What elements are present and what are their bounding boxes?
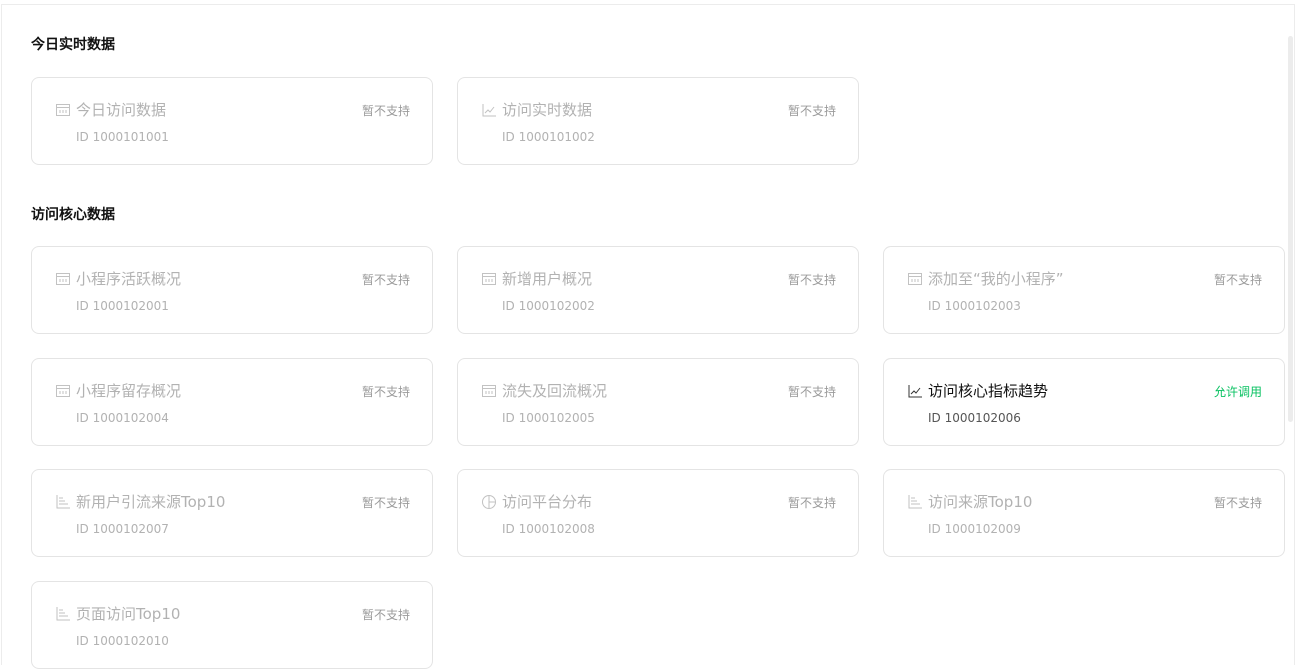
bar-chart-icon — [55, 494, 71, 510]
status-label: 暂不支持 — [787, 496, 836, 510]
status-label: 暂不支持 — [1213, 273, 1262, 287]
api-id: ID 1000102003 — [928, 299, 1021, 313]
section-title-today: 今日实时数据 — [31, 37, 115, 53]
pie-chart-icon — [481, 494, 497, 510]
api-id: ID 1000102006 — [928, 411, 1021, 425]
api-name: 访问平台分布 — [502, 493, 593, 511]
status-label: 暂不支持 — [361, 608, 410, 622]
status-label: 暂不支持 — [361, 273, 410, 287]
bar-chart-icon — [55, 606, 71, 622]
api-id: ID 1000102007 — [76, 522, 169, 536]
api-card-active-overview[interactable]: 小程序活跃概况 ID 1000102001 暂不支持 — [31, 246, 433, 334]
api-name: 添加至“我的小程序” — [928, 270, 1064, 288]
api-card-platform-distribution[interactable]: 访问平台分布 ID 1000102008 暂不支持 — [457, 469, 859, 557]
api-name: 小程序活跃概况 — [76, 270, 182, 288]
table-icon — [481, 271, 497, 287]
status-label: 暂不支持 — [787, 104, 836, 118]
bar-chart-icon — [907, 494, 923, 510]
api-card-new-user-overview[interactable]: 新增用户概况 ID 1000102002 暂不支持 — [457, 246, 859, 334]
line-chart-icon — [907, 383, 923, 399]
api-id: ID 1000102001 — [76, 299, 169, 313]
api-card-realtime-visit[interactable]: 访问实时数据 ID 1000101002 暂不支持 — [457, 77, 859, 165]
table-icon — [55, 271, 71, 287]
table-icon — [481, 383, 497, 399]
api-name: 新增用户概况 — [502, 270, 593, 288]
status-label: 暂不支持 — [361, 385, 410, 399]
status-label: 暂不支持 — [787, 273, 836, 287]
api-name: 今日访问数据 — [76, 101, 167, 119]
api-id: ID 1000102005 — [502, 411, 595, 425]
section-title-core: 访问核心数据 — [31, 207, 115, 223]
status-label: 暂不支持 — [1213, 496, 1262, 510]
vertical-scrollbar[interactable] — [1288, 36, 1293, 422]
api-card-add-to-my-miniprogram[interactable]: 添加至“我的小程序” ID 1000102003 暂不支持 — [883, 246, 1285, 334]
api-name: 页面访问Top10 — [76, 605, 181, 623]
api-card-visit-source-top10[interactable]: 访问来源Top10 ID 1000102009 暂不支持 — [883, 469, 1285, 557]
api-card-page-visit-top10[interactable]: 页面访问Top10 ID 1000102010 暂不支持 — [31, 581, 433, 669]
api-name: 流失及回流概况 — [502, 382, 608, 400]
status-label-allowed: 允许调用 — [1213, 385, 1262, 399]
api-id: ID 1000102002 — [502, 299, 595, 313]
api-id: ID 1000102009 — [928, 522, 1021, 536]
api-card-today-visit[interactable]: 今日访问数据 ID 1000101001 暂不支持 — [31, 77, 433, 165]
api-name: 访问来源Top10 — [928, 493, 1033, 511]
table-icon — [907, 271, 923, 287]
api-card-retention-overview[interactable]: 小程序留存概况 ID 1000102004 暂不支持 — [31, 358, 433, 446]
status-label: 暂不支持 — [361, 104, 410, 118]
status-label: 暂不支持 — [787, 385, 836, 399]
api-card-churn-return-overview[interactable]: 流失及回流概况 ID 1000102005 暂不支持 — [457, 358, 859, 446]
api-id: ID 1000102004 — [76, 411, 169, 425]
line-chart-icon — [481, 102, 497, 118]
api-name: 访问核心指标趋势 — [928, 382, 1049, 400]
api-name: 小程序留存概况 — [76, 382, 182, 400]
api-name: 访问实时数据 — [502, 101, 593, 119]
api-id: ID 1000102008 — [502, 522, 595, 536]
api-id: ID 1000102010 — [76, 634, 169, 648]
api-name: 新用户引流来源Top10 — [76, 493, 226, 511]
table-icon — [55, 383, 71, 399]
api-card-new-user-source-top10[interactable]: 新用户引流来源Top10 ID 1000102007 暂不支持 — [31, 469, 433, 557]
api-card-core-metrics-trend[interactable]: 访问核心指标趋势 ID 1000102006 允许调用 — [883, 358, 1285, 446]
table-icon — [55, 102, 71, 118]
api-id: ID 1000101002 — [502, 130, 595, 144]
status-label: 暂不支持 — [361, 496, 410, 510]
api-id: ID 1000101001 — [76, 130, 169, 144]
